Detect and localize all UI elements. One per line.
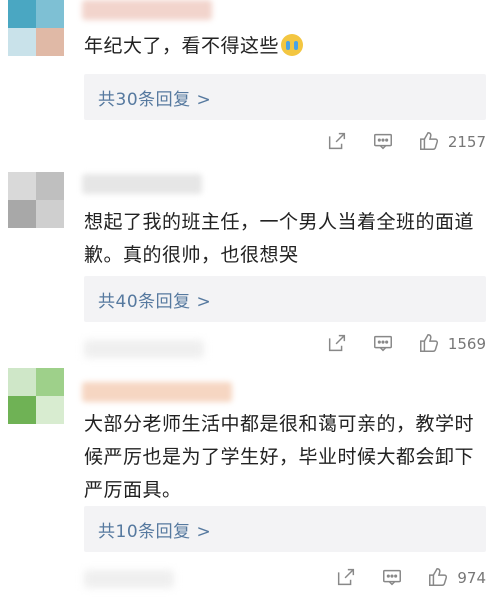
blurred-username (84, 340, 204, 358)
comment-icon[interactable] (372, 332, 396, 356)
like-count: 974 (457, 569, 486, 587)
reply-count-link[interactable]: 共10条回复 > (98, 517, 211, 542)
like-count: 1569 (447, 335, 486, 353)
avatar[interactable] (8, 0, 64, 56)
username[interactable] (82, 382, 232, 402)
reply-count-link[interactable]: 共40条回复 > (98, 287, 211, 312)
avatar[interactable] (8, 368, 64, 424)
comment-actions: 1569 (304, 332, 486, 356)
like-icon[interactable] (418, 130, 442, 154)
avatar[interactable] (8, 172, 64, 228)
share-icon[interactable] (335, 566, 359, 590)
reply-preview[interactable]: 共30条回复 > (84, 74, 486, 120)
like-icon[interactable] (418, 332, 442, 356)
comment-text: 想起了我的班主任，一个男人当着全班的面道歉。真的很帅，也很想哭 (84, 206, 486, 272)
comment-actions: 2157 (304, 130, 486, 154)
reply-preview[interactable]: 共40条回复 > (84, 276, 486, 322)
reply-count-link[interactable]: 共30条回复 > (98, 85, 211, 110)
comment-body: 想起了我的班主任，一个男人当着全班的面道歉。真的很帅，也很想哭 (84, 211, 475, 266)
share-icon[interactable] (326, 332, 350, 356)
blurred-username (84, 570, 174, 588)
reply-preview[interactable]: 共10条回复 > (84, 506, 486, 552)
crying-emoji-icon (281, 34, 304, 56)
comment-body: 大部分老师生活中都是很和蔼可亲的，教学时候严厉也是为了学生好，毕业时候大都会卸下… (84, 413, 475, 501)
comment-body: 年纪大了，看不得这些 (84, 35, 280, 57)
comment-icon[interactable] (372, 130, 396, 154)
comment-icon[interactable] (381, 566, 405, 590)
comment-text: 大部分老师生活中都是很和蔼可亲的，教学时候严厉也是为了学生好，毕业时候大都会卸下… (84, 408, 486, 507)
like-icon[interactable] (427, 566, 451, 590)
comment-actions: 974 (313, 566, 486, 590)
username[interactable] (82, 0, 212, 20)
username[interactable] (82, 174, 202, 194)
share-icon[interactable] (326, 130, 350, 154)
comment-text: 年纪大了，看不得这些 (84, 30, 486, 63)
like-count: 2157 (447, 133, 486, 151)
